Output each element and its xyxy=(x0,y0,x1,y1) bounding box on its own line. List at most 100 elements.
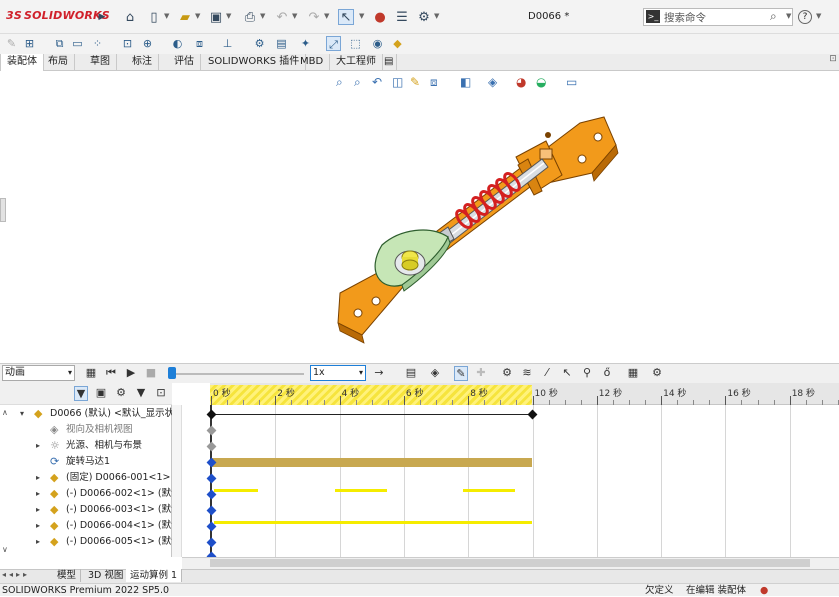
tab-markup[interactable]: 标注 xyxy=(126,54,159,71)
display-style-icon[interactable]: ◧ xyxy=(460,75,471,89)
motion-study-properties-icon[interactable]: ⚙ xyxy=(650,366,664,379)
bill-of-materials-icon[interactable]: ▤ xyxy=(274,36,289,51)
tree-row[interactable]: ▾ ◆ D0066 (默认) <默认_显示状态 xyxy=(0,406,172,422)
dynamic-annotation-icon[interactable]: ✎ xyxy=(410,75,420,89)
show-hidden-icon[interactable]: ◐ xyxy=(170,36,185,51)
help-icon[interactable]: ? xyxy=(798,10,812,24)
tab-scroll-arrows-icon[interactable]: ◂◂▸▸ xyxy=(2,570,30,579)
tree-row[interactable]: ▸ ◆ (固定) D0066-001<1> (默 xyxy=(0,470,172,486)
save-icon[interactable]: ▣ xyxy=(208,9,224,25)
chevron-down-icon[interactable]: ▾ xyxy=(20,406,24,422)
spring-icon[interactable]: ≋ xyxy=(520,366,534,379)
file-properties-icon[interactable]: ☰ xyxy=(394,9,410,25)
menu-expand-icon[interactable]: ▶ xyxy=(94,9,110,25)
tree-row[interactable]: ◈ 视向及相机视图 xyxy=(0,422,172,438)
large-assembly-mode-icon[interactable]: ◆ xyxy=(390,36,405,51)
autokey-icon[interactable]: ✎ xyxy=(454,366,468,381)
add-key-icon[interactable]: ✚ xyxy=(474,366,488,379)
zoom-to-area-icon[interactable]: ⌕ xyxy=(354,75,361,90)
open-folder-icon[interactable]: ▰ xyxy=(177,9,193,25)
mate-icon[interactable]: ⧉ xyxy=(52,36,67,51)
undo-icon[interactable]: ↶ xyxy=(274,9,290,25)
motion-bar-part-002-c[interactable] xyxy=(463,489,515,492)
tab-sketch[interactable]: 草图 xyxy=(84,54,117,71)
filter-selected-icon[interactable]: ⚙ xyxy=(114,386,128,399)
tree-row[interactable]: ▸ ◆ (-) D0066-003<1> (默认) xyxy=(0,502,172,518)
move-component-icon[interactable]: ⊕ xyxy=(140,36,155,51)
chevron-down-icon[interactable]: ▼ xyxy=(226,12,231,20)
tree-vertical-scrollbar[interactable] xyxy=(172,405,182,557)
tab-assembly[interactable]: 装配体 xyxy=(0,54,44,71)
search-icon[interactable]: ⌕ xyxy=(770,9,777,24)
chevron-right-icon[interactable]: ▸ xyxy=(36,534,40,550)
stop-icon[interactable]: ■ xyxy=(144,366,158,379)
zoom-timeline-icon[interactable]: ⊡ xyxy=(154,386,168,399)
edit-appearance-icon[interactable]: ◕ xyxy=(516,75,526,89)
playback-slider-track[interactable] xyxy=(172,373,304,375)
tab-chief-engineer[interactable]: 大工程师 xyxy=(330,54,383,71)
smart-fasteners-icon[interactable]: ⊡ xyxy=(120,36,135,51)
feature-manager-collapse-handle[interactable] xyxy=(0,198,6,222)
tab-solidworks-addins[interactable]: SOLIDWORKS 插件 xyxy=(202,54,307,71)
edit-component-icon[interactable]: ✎ xyxy=(4,36,19,51)
chevron-down-icon[interactable]: ▼ xyxy=(260,12,265,20)
expand-toolbar-icon[interactable]: ⊡ xyxy=(827,54,839,71)
tab-more-icon[interactable]: ▤ xyxy=(381,54,398,71)
previous-view-icon[interactable]: ↶ xyxy=(372,75,382,89)
chevron-down-icon[interactable]: ▼ xyxy=(434,12,439,20)
scroll-down-icon[interactable]: ∨ xyxy=(2,545,8,554)
hide-show-items-icon[interactable]: ◈ xyxy=(488,75,497,89)
instant3d-icon[interactable]: ⤢ xyxy=(326,36,341,51)
mechanism-3d-model[interactable] xyxy=(330,105,620,345)
view-orientation-icon[interactable]: ⧈ xyxy=(430,75,438,90)
results-and-plots-icon[interactable]: ▦ xyxy=(626,366,640,379)
filter-animated-icon[interactable]: ▼ xyxy=(74,386,88,401)
rebuild-traffic-icon[interactable]: ● xyxy=(760,584,768,597)
reference-geometry-icon[interactable]: ⊥ xyxy=(220,36,235,51)
timeline-area[interactable] xyxy=(210,405,839,557)
scroll-up-icon[interactable]: ∧ xyxy=(2,408,8,417)
tab-model[interactable]: 模型 xyxy=(53,569,82,582)
calculate-icon[interactable]: ▦ xyxy=(84,366,98,379)
tree-row[interactable]: ▸ ◆ (-) D0066-002<1> (默认) xyxy=(0,486,172,502)
motor-icon[interactable]: ⚙ xyxy=(500,366,514,379)
animation-wizard-icon[interactable]: ◈ xyxy=(428,366,442,379)
motor-duration-bar[interactable] xyxy=(212,458,532,467)
chevron-down-icon[interactable]: ▼ xyxy=(786,12,791,20)
study-type-select[interactable]: 动画 ▾ xyxy=(2,365,75,381)
chevron-down-icon[interactable]: ▼ xyxy=(195,12,200,20)
traffic-light-icon[interactable]: ● xyxy=(372,9,388,25)
playback-mode-icon[interactable]: → xyxy=(372,366,386,379)
play-from-start-icon[interactable]: ⏮ xyxy=(104,366,118,380)
chevron-down-icon[interactable]: ▼ xyxy=(164,12,169,20)
update-speedpak-icon[interactable]: ⬚ xyxy=(348,36,363,51)
tree-row[interactable]: ▸ ☼ 光源、相机与布景 xyxy=(0,438,172,454)
tab-motion-study-1[interactable]: 运动算例 1 xyxy=(126,569,183,582)
chevron-down-icon[interactable]: ▼ xyxy=(816,12,821,20)
chevron-down-icon[interactable]: ▼ xyxy=(292,12,297,20)
filter-results-icon[interactable]: ▼ xyxy=(134,386,148,399)
select-cursor-icon[interactable]: ↖ xyxy=(338,9,354,25)
home-icon[interactable]: ⌂ xyxy=(122,9,138,25)
tree-row[interactable]: ⟳ 旋转马达1 xyxy=(0,454,172,470)
chevron-right-icon[interactable]: ▸ xyxy=(36,438,40,454)
motion-bar-part-002-a[interactable] xyxy=(214,489,258,492)
component-preview-icon[interactable]: ▭ xyxy=(70,36,85,51)
gravity-icon[interactable]: ő xyxy=(600,366,614,379)
assembly-features-icon[interactable]: ⧈ xyxy=(192,36,207,51)
motion-bar-part-002-b[interactable] xyxy=(335,489,387,492)
tab-layout[interactable]: 布局 xyxy=(42,54,75,71)
damper-icon[interactable]: ⁄ xyxy=(540,366,554,379)
new-motion-study-icon[interactable]: ⚙ xyxy=(252,36,267,51)
chevron-right-icon[interactable]: ▸ xyxy=(36,502,40,518)
tab-mbd[interactable]: MBD xyxy=(294,54,331,71)
redo-icon[interactable]: ↷ xyxy=(306,9,322,25)
chevron-right-icon[interactable]: ▸ xyxy=(36,470,40,486)
print-icon[interactable]: ⎙ xyxy=(242,9,258,25)
section-view-icon[interactable]: ◫ xyxy=(392,75,403,89)
save-animation-icon[interactable]: ▤ xyxy=(404,366,418,379)
exploded-view-icon[interactable]: ✦ xyxy=(298,36,313,51)
tab-3d-views[interactable]: 3D 视图 xyxy=(84,569,129,582)
timeline-scroll-thumb[interactable] xyxy=(210,559,810,567)
chevron-down-icon[interactable]: ▼ xyxy=(359,12,364,20)
